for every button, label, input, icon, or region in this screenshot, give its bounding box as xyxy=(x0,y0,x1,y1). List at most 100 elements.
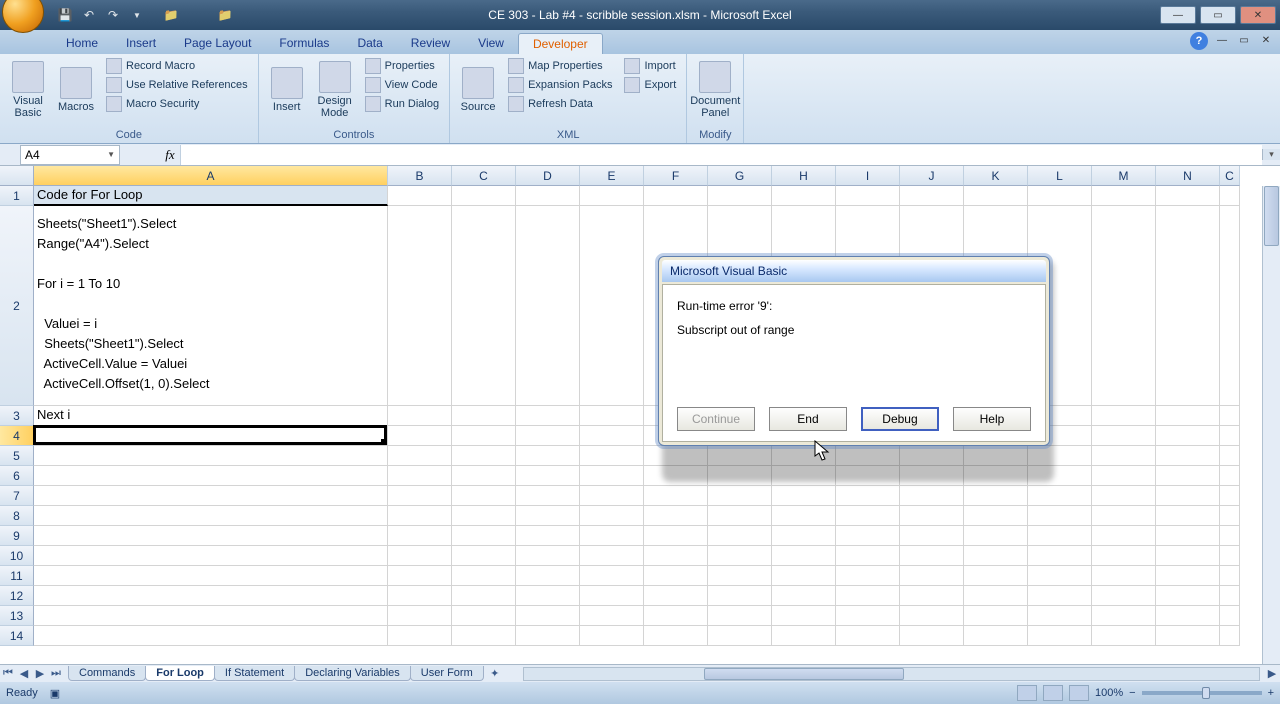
zoom-out-button[interactable]: − xyxy=(1129,687,1135,699)
cell-E14[interactable] xyxy=(580,626,644,646)
tab-review[interactable]: Review xyxy=(397,33,464,54)
cell-D8[interactable] xyxy=(516,506,580,526)
cell-C8[interactable] xyxy=(452,506,516,526)
page-break-view-button[interactable] xyxy=(1069,685,1089,701)
row-header-10[interactable]: 10 xyxy=(0,546,34,566)
cell-G7[interactable] xyxy=(708,486,772,506)
mdi-close[interactable]: ✕ xyxy=(1258,32,1274,48)
row-header-9[interactable]: 9 xyxy=(0,526,34,546)
sheet-tab-declaring-variables[interactable]: Declaring Variables xyxy=(294,666,411,681)
design-mode-button[interactable]: Design Mode xyxy=(313,57,357,123)
cell-A2[interactable]: Sheets("Sheet1").Select Range("A4").Sele… xyxy=(34,206,388,406)
cell-B9[interactable] xyxy=(388,526,452,546)
formula-expand-icon[interactable]: ▾ xyxy=(1262,149,1280,160)
fill-handle[interactable] xyxy=(381,439,387,445)
cell-A7[interactable] xyxy=(34,486,388,506)
close-button[interactable]: ✕ xyxy=(1240,6,1276,24)
normal-view-button[interactable] xyxy=(1017,685,1037,701)
fx-icon[interactable]: fx xyxy=(160,147,180,163)
cell-K7[interactable] xyxy=(964,486,1028,506)
cell-A14[interactable] xyxy=(34,626,388,646)
expansion-packs-button[interactable]: Expansion Packs xyxy=(504,76,616,94)
cell-N2[interactable] xyxy=(1156,206,1220,406)
cell-B4[interactable] xyxy=(388,426,452,446)
cell-B7[interactable] xyxy=(388,486,452,506)
cell-J1[interactable] xyxy=(900,186,964,206)
cell-D13[interactable] xyxy=(516,606,580,626)
visual-basic-button[interactable]: Visual Basic xyxy=(6,57,50,123)
cell-D1[interactable] xyxy=(516,186,580,206)
zoom-level[interactable]: 100% xyxy=(1095,687,1123,699)
cell-C5[interactable] xyxy=(1220,446,1240,466)
cell-M9[interactable] xyxy=(1092,526,1156,546)
cell-B13[interactable] xyxy=(388,606,452,626)
qat-more-icon[interactable]: ▼ xyxy=(128,6,146,24)
cell-N13[interactable] xyxy=(1156,606,1220,626)
cell-G8[interactable] xyxy=(708,506,772,526)
cell-M1[interactable] xyxy=(1092,186,1156,206)
cell-G14[interactable] xyxy=(708,626,772,646)
cell-C14[interactable] xyxy=(1220,626,1240,646)
col-header-J[interactable]: J xyxy=(900,166,964,186)
run-dialog-button[interactable]: Run Dialog xyxy=(361,95,443,113)
cell-D10[interactable] xyxy=(516,546,580,566)
cell-C11[interactable] xyxy=(452,566,516,586)
cell-N1[interactable] xyxy=(1156,186,1220,206)
undo-icon[interactable]: ↶ xyxy=(80,6,98,24)
cell-H7[interactable] xyxy=(772,486,836,506)
cell-I9[interactable] xyxy=(836,526,900,546)
cell-D2[interactable] xyxy=(516,206,580,406)
cell-A13[interactable] xyxy=(34,606,388,626)
cell-A8[interactable] xyxy=(34,506,388,526)
vscroll-thumb[interactable] xyxy=(1264,186,1279,246)
cell-C1[interactable] xyxy=(1220,186,1240,206)
cell-B12[interactable] xyxy=(388,586,452,606)
col-header-K[interactable]: K xyxy=(964,166,1028,186)
cell-H10[interactable] xyxy=(772,546,836,566)
cell-L9[interactable] xyxy=(1028,526,1092,546)
macro-security-button[interactable]: Macro Security xyxy=(102,95,252,113)
properties-button[interactable]: Properties xyxy=(361,57,443,75)
office-button[interactable] xyxy=(2,0,44,33)
use-relative-button[interactable]: Use Relative References xyxy=(102,76,252,94)
cell-C7[interactable] xyxy=(452,486,516,506)
save-icon[interactable]: 💾 xyxy=(56,6,74,24)
tab-next-icon[interactable]: ▶ xyxy=(32,666,48,682)
cell-D6[interactable] xyxy=(516,466,580,486)
row-header-7[interactable]: 7 xyxy=(0,486,34,506)
cell-M13[interactable] xyxy=(1092,606,1156,626)
tab-data[interactable]: Data xyxy=(343,33,396,54)
page-layout-view-button[interactable] xyxy=(1043,685,1063,701)
cell-M12[interactable] xyxy=(1092,586,1156,606)
cell-I12[interactable] xyxy=(836,586,900,606)
cell-I13[interactable] xyxy=(836,606,900,626)
cell-K12[interactable] xyxy=(964,586,1028,606)
cell-B2[interactable] xyxy=(388,206,452,406)
cell-E2[interactable] xyxy=(580,206,644,406)
minimize-button[interactable]: — xyxy=(1160,6,1196,24)
cell-H9[interactable] xyxy=(772,526,836,546)
cell-M10[interactable] xyxy=(1092,546,1156,566)
formula-input[interactable] xyxy=(180,145,1262,165)
end-button[interactable]: End xyxy=(769,407,847,431)
col-header-F[interactable]: F xyxy=(644,166,708,186)
cell-N6[interactable] xyxy=(1156,466,1220,486)
cell-D3[interactable] xyxy=(516,406,580,426)
cell-D12[interactable] xyxy=(516,586,580,606)
cell-D9[interactable] xyxy=(516,526,580,546)
cell-H8[interactable] xyxy=(772,506,836,526)
cell-E1[interactable] xyxy=(580,186,644,206)
select-all-corner[interactable] xyxy=(0,166,34,186)
col-header-L[interactable]: L xyxy=(1028,166,1092,186)
cell-E10[interactable] xyxy=(580,546,644,566)
cell-H12[interactable] xyxy=(772,586,836,606)
cell-K14[interactable] xyxy=(964,626,1028,646)
mdi-restore[interactable]: ▭ xyxy=(1236,32,1252,48)
cell-F1[interactable] xyxy=(644,186,708,206)
cell-N5[interactable] xyxy=(1156,446,1220,466)
cell-L14[interactable] xyxy=(1028,626,1092,646)
source-button[interactable]: Source xyxy=(456,57,500,123)
folder-icon[interactable]: 📁 xyxy=(162,6,180,24)
tab-formulas[interactable]: Formulas xyxy=(265,33,343,54)
cell-C5[interactable] xyxy=(452,446,516,466)
